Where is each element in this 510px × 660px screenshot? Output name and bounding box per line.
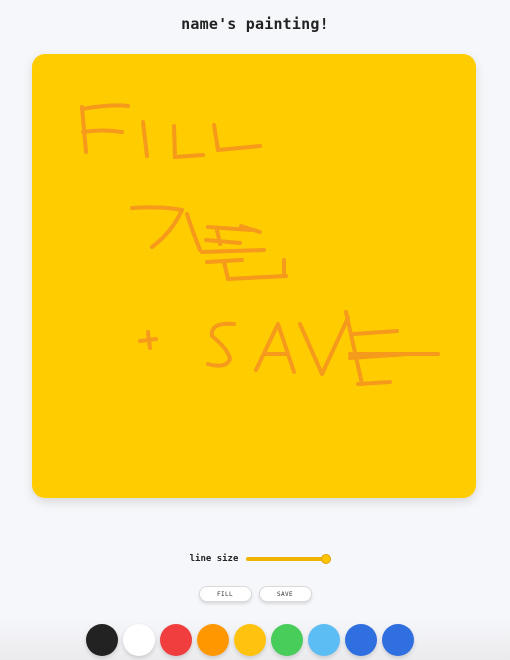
stroke-4 xyxy=(172,124,177,159)
color-swatch-5[interactable] xyxy=(271,624,303,656)
slider-thumb[interactable] xyxy=(321,554,332,564)
color-swatch-8[interactable] xyxy=(382,624,414,656)
color-palette xyxy=(86,624,414,656)
color-swatch-3[interactable] xyxy=(197,624,229,656)
line-size-control: line size xyxy=(0,553,510,565)
line-size-slider[interactable] xyxy=(246,553,332,565)
color-swatch-0[interactable] xyxy=(86,624,118,656)
stroke-5 xyxy=(173,153,205,159)
painting-surface[interactable] xyxy=(32,54,476,498)
fill-button[interactable]: FILL xyxy=(198,586,252,602)
page-title: name's painting! xyxy=(181,15,329,33)
stroke-30 xyxy=(356,380,392,386)
color-swatch-2[interactable] xyxy=(160,624,192,656)
color-swatch-6[interactable] xyxy=(308,624,340,656)
slider-track xyxy=(246,557,327,561)
slider-fill xyxy=(246,557,327,561)
save-button[interactable]: SAVE xyxy=(258,586,312,602)
painting-canvas[interactable] xyxy=(32,54,476,498)
stroke-14 xyxy=(200,248,266,254)
stroke-21 xyxy=(146,330,152,350)
stroke-2 xyxy=(81,128,124,134)
color-swatch-4[interactable] xyxy=(234,624,266,656)
color-swatch-7[interactable] xyxy=(345,624,377,656)
color-swatch-1[interactable] xyxy=(123,624,155,656)
line-size-label: line size xyxy=(189,554,239,564)
action-buttons: FILL SAVE xyxy=(0,586,510,602)
